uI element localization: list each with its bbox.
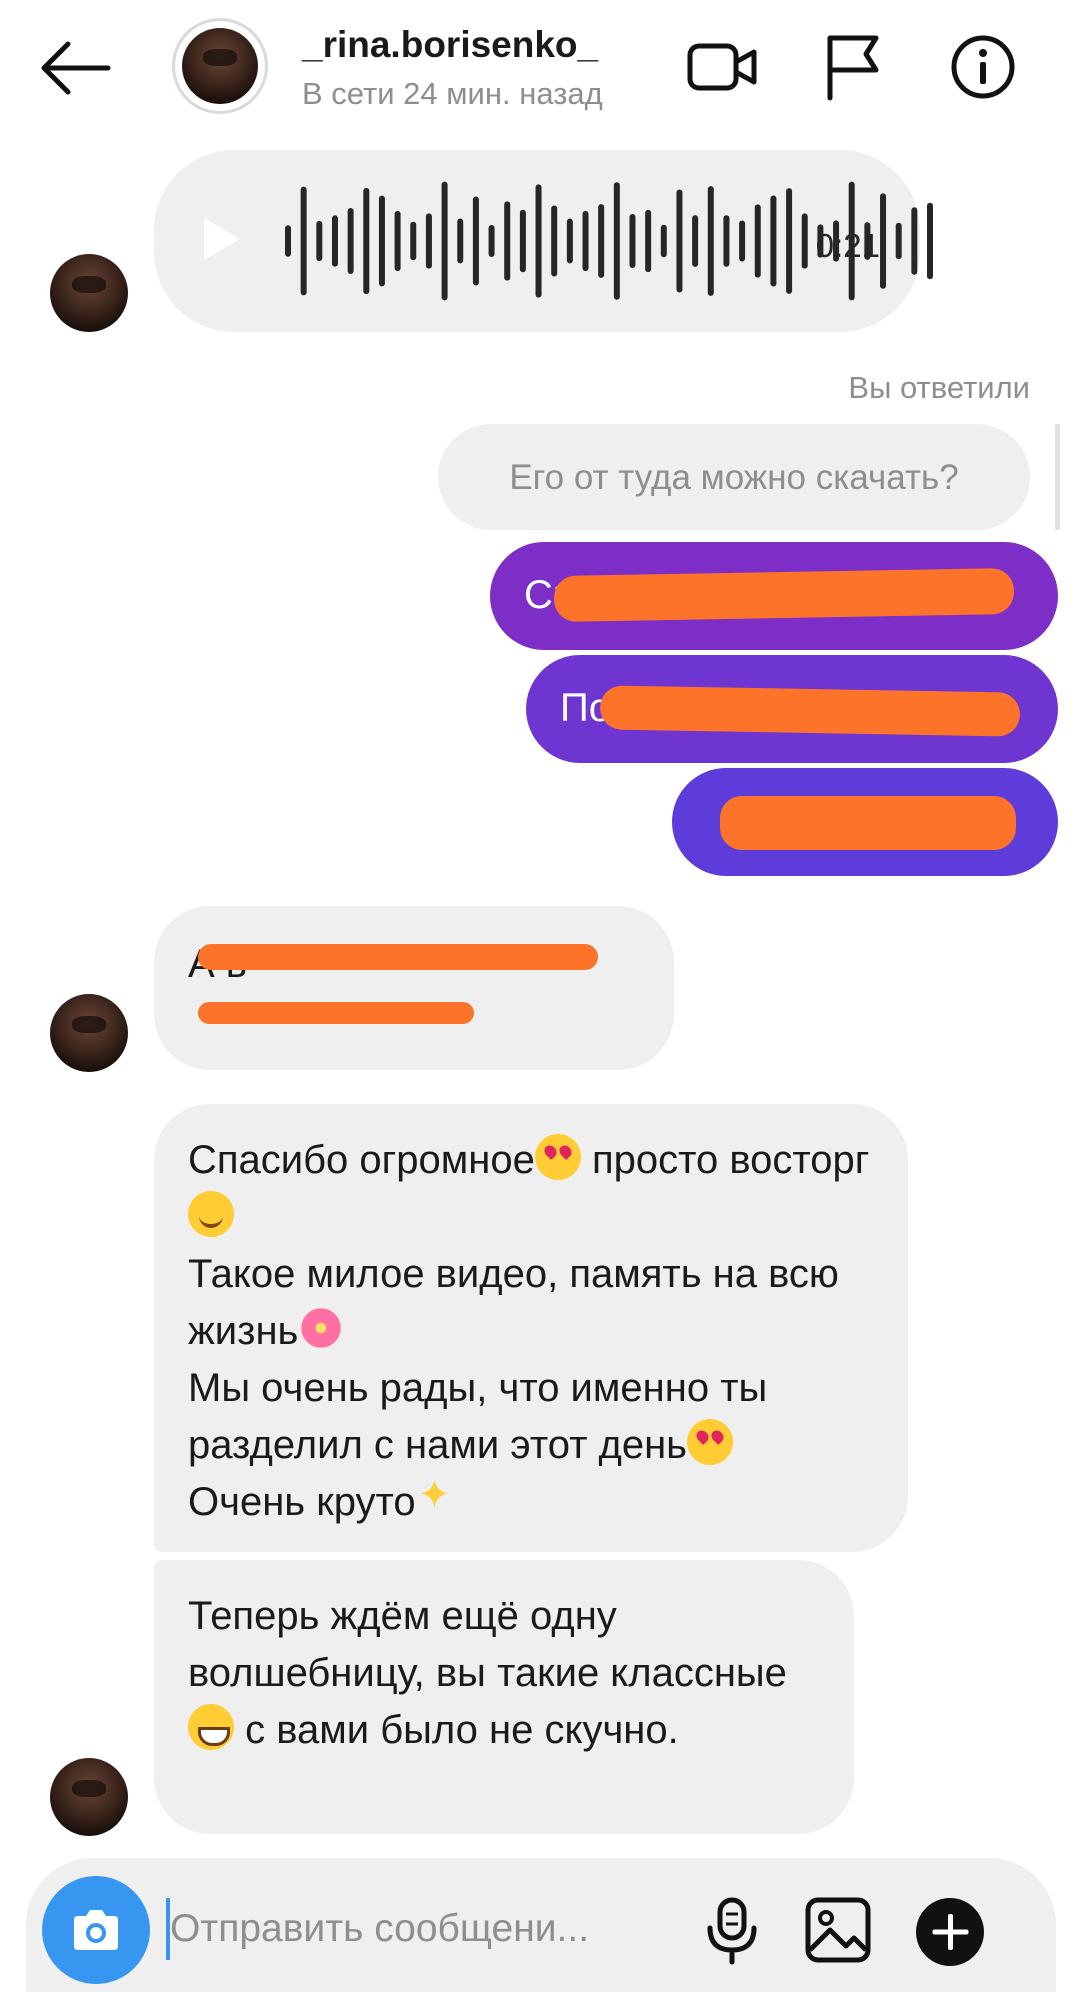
redaction-mark	[198, 944, 598, 970]
waveform-bar	[378, 195, 385, 287]
contact-username[interactable]: _rina.borisenko_	[302, 24, 598, 66]
sender-avatar[interactable]	[50, 1758, 128, 1836]
flag-icon[interactable]	[816, 32, 890, 102]
waveform-bar	[692, 215, 699, 267]
waveform-bar	[880, 193, 887, 289]
waveform-bar	[551, 205, 558, 277]
waveform-bar	[723, 215, 730, 267]
message-text: Теперь ждём ещё одну волшебницу, вы таки…	[188, 1594, 787, 1695]
waveform-bar	[927, 202, 933, 280]
waveform-bar	[629, 214, 636, 268]
plus-icon[interactable]	[916, 1898, 984, 1966]
redaction-mark	[553, 567, 1015, 623]
waveform-bar	[707, 186, 714, 296]
waveform-bar	[786, 188, 793, 294]
waveform-bar	[645, 209, 652, 273]
replied-message-quote[interactable]: Его от туда можно скачать?	[438, 424, 1030, 530]
waveform-bar	[676, 189, 683, 293]
waveform-bar	[425, 213, 432, 269]
smiling-face-emoji-icon	[188, 1191, 234, 1237]
heart-eyes-emoji-icon	[534, 1134, 581, 1180]
avatar-image	[182, 28, 258, 104]
camera-icon[interactable]	[42, 1876, 150, 1984]
message-text: Очень круто	[188, 1480, 416, 1524]
outgoing-message[interactable]	[672, 768, 1058, 876]
waveform-bar	[566, 218, 573, 264]
waveform-bar	[911, 207, 918, 275]
redaction-mark	[198, 1002, 474, 1024]
play-icon[interactable]	[202, 216, 242, 262]
incoming-message[interactable]: Спасибо огромное просто восторг Такое ми…	[154, 1104, 908, 1552]
redaction-mark	[599, 685, 1021, 737]
waveform-bar	[457, 218, 464, 264]
waveform-bar	[488, 224, 495, 258]
gallery-icon[interactable]	[802, 1894, 874, 1966]
waveform-bar	[331, 215, 338, 267]
profile-avatar[interactable]	[172, 18, 268, 114]
chat-header: _rina.borisenko_ В сети 24 мин. назад	[0, 0, 1080, 140]
waveform-bar	[660, 224, 667, 258]
waveform-bar	[504, 201, 511, 281]
reply-indicator-line	[1055, 424, 1060, 530]
message-input[interactable]	[170, 1896, 690, 1962]
voice-duration: 0:21	[815, 227, 880, 264]
message-text: Мы очень рады, что именно ты разделил с …	[188, 1366, 768, 1467]
reply-label: Вы ответили	[848, 370, 1030, 405]
info-icon[interactable]	[946, 32, 1020, 102]
redaction-mark	[720, 796, 1016, 850]
waveform-bar	[285, 225, 291, 257]
waveform-bar	[441, 181, 448, 301]
online-status: В сети 24 мин. назад	[302, 76, 603, 111]
waveform-bar	[519, 209, 526, 273]
sender-avatar[interactable]	[50, 254, 128, 332]
waveform-bar	[535, 184, 542, 298]
outgoing-message[interactable]: По	[526, 655, 1058, 763]
waveform-bar	[300, 186, 307, 296]
incoming-message[interactable]: Теперь ждём ещё одну волшебницу, вы таки…	[154, 1560, 854, 1834]
voice-message[interactable]: 0:21	[154, 150, 933, 332]
waveform-bar	[754, 204, 761, 278]
hibiscus-emoji-icon	[298, 1305, 345, 1351]
outgoing-message[interactable]: Ск	[490, 542, 1058, 650]
waveform-bar	[598, 204, 605, 278]
grinning-face-emoji-icon	[188, 1704, 234, 1750]
message-text: Такое милое видео, память на всю жизнь	[188, 1252, 839, 1353]
waveform-bar	[394, 210, 401, 272]
waveform-bar	[770, 195, 777, 287]
back-arrow-icon[interactable]	[38, 38, 118, 98]
waveform-bar	[613, 182, 620, 300]
sender-avatar[interactable]	[50, 994, 128, 1072]
message-text: Спасибо огромное	[188, 1138, 535, 1182]
waveform-bar	[472, 196, 479, 286]
waveform-bar	[316, 220, 323, 262]
waveform-bar	[410, 221, 417, 261]
message-text: с вами было не скучно.	[234, 1708, 679, 1752]
heart-eyes-emoji-icon	[687, 1419, 734, 1465]
waveform-bar	[347, 208, 354, 274]
incoming-message[interactable]: А в	[154, 906, 674, 1070]
waveform-bar	[895, 222, 902, 260]
sparkles-emoji-icon	[416, 1472, 458, 1522]
microphone-icon[interactable]	[696, 1894, 768, 1966]
waveform-bar	[363, 187, 370, 295]
waveform-bar	[582, 210, 589, 272]
message-composer	[26, 1858, 1056, 1992]
waveform-bar	[801, 213, 808, 269]
waveform-bar	[739, 220, 746, 262]
message-text: просто восторг	[580, 1138, 870, 1182]
video-call-icon[interactable]	[686, 32, 760, 102]
